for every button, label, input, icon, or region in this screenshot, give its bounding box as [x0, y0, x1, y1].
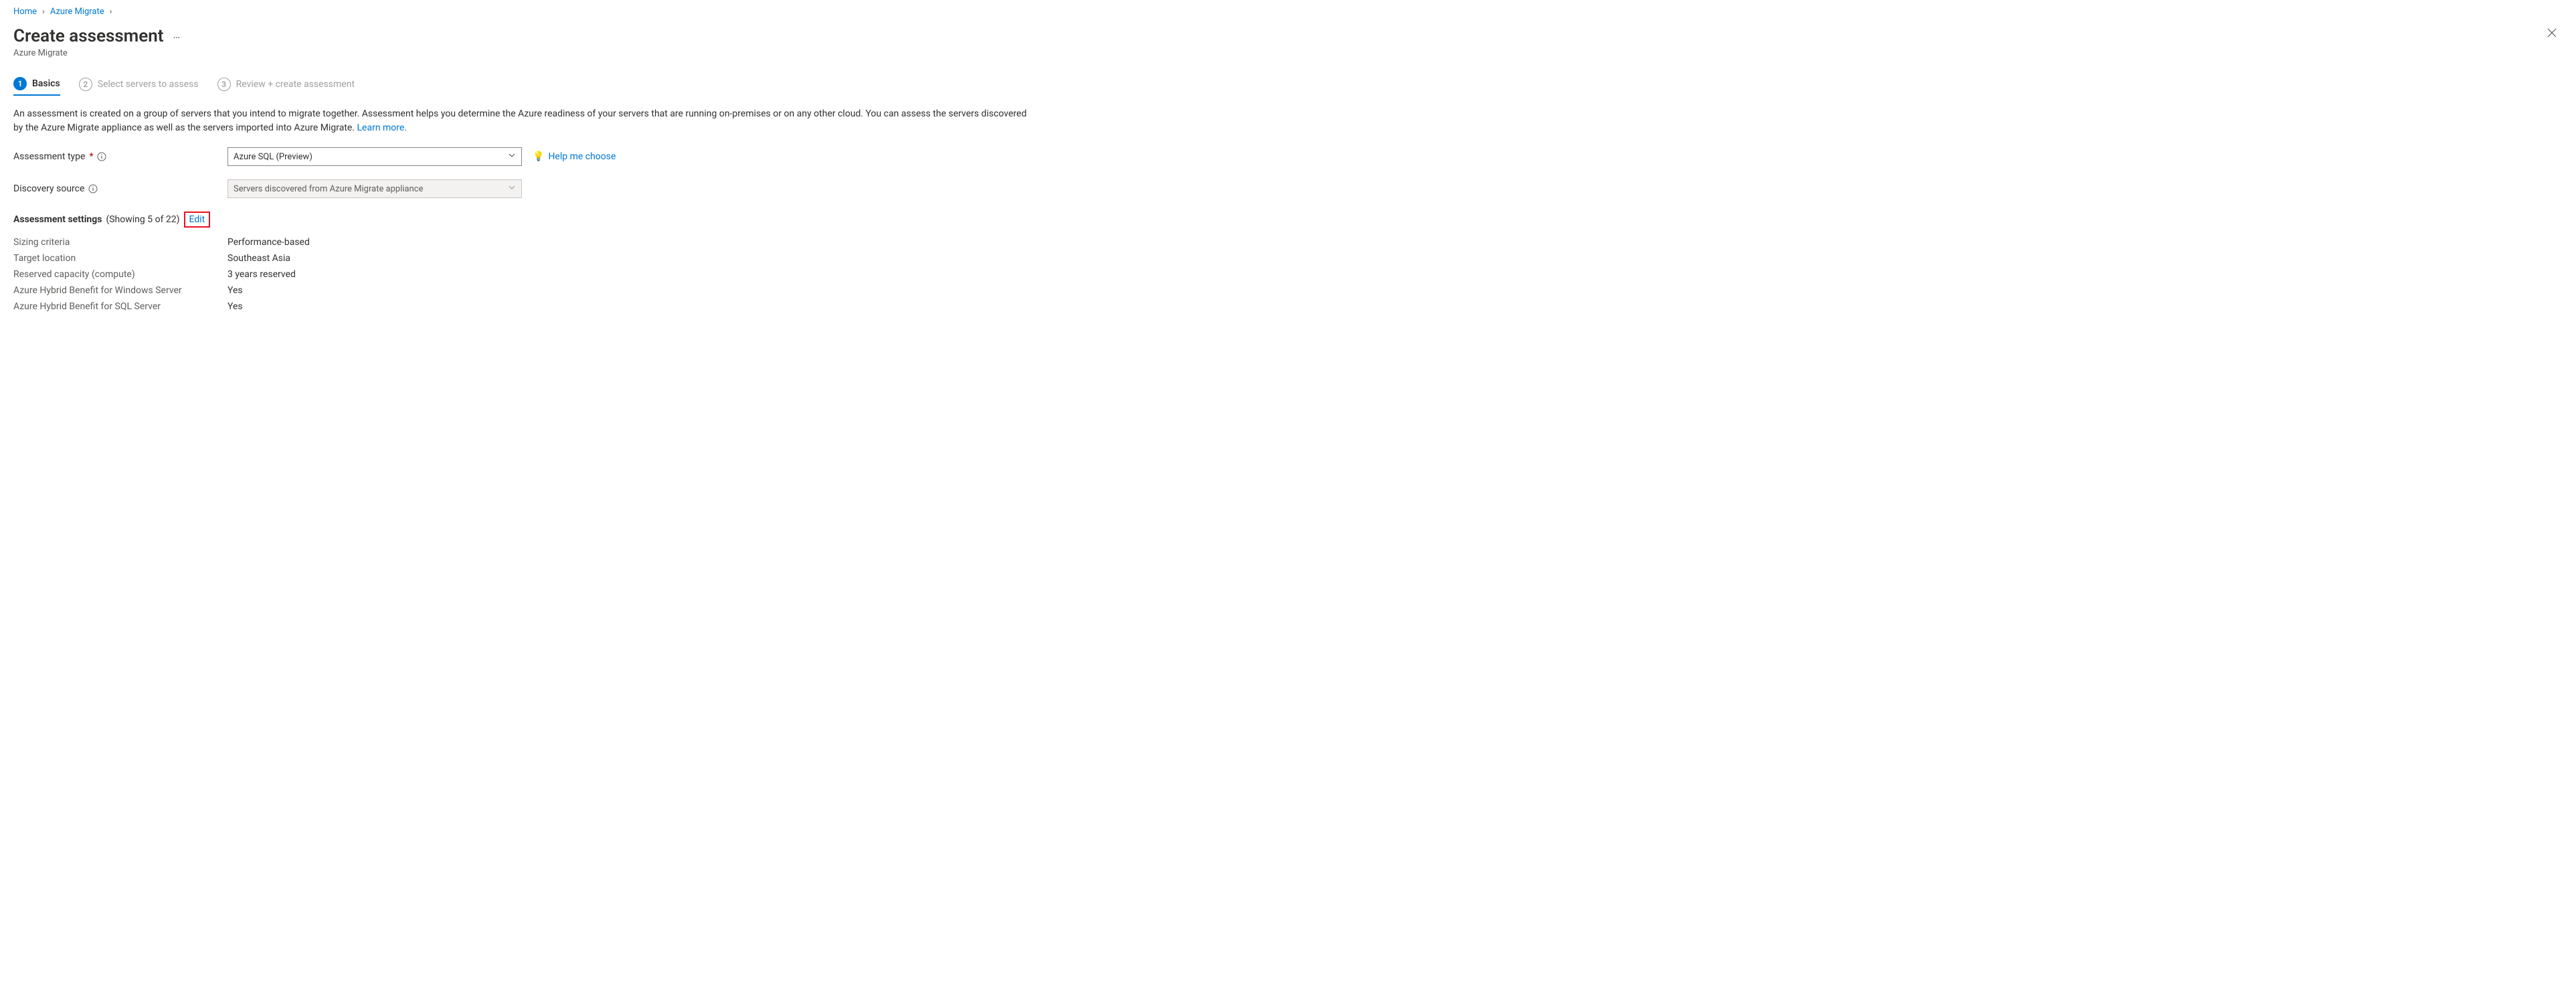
- discovery-source-label: Discovery source: [13, 183, 84, 194]
- learn-more-link[interactable]: Learn more.: [357, 122, 407, 133]
- page-title: Create assessment: [13, 26, 164, 46]
- tab-basics[interactable]: 1 Basics: [13, 77, 60, 96]
- settings-item: Reserved capacity (compute)3 years reser…: [13, 269, 2563, 280]
- settings-item-key: Azure Hybrid Benefit for SQL Server: [13, 301, 227, 312]
- settings-item: Sizing criteriaPerformance-based: [13, 237, 2563, 248]
- chevron-down-icon: [508, 151, 516, 162]
- required-icon: *: [89, 151, 93, 162]
- settings-item-value: Yes: [227, 301, 243, 312]
- settings-item-key: Sizing criteria: [13, 237, 227, 248]
- chevron-right-icon: ›: [42, 7, 45, 17]
- settings-item-key: Azure Hybrid Benefit for Windows Server: [13, 285, 227, 296]
- tab-review-create[interactable]: 3 Review + create assessment: [217, 77, 355, 96]
- page-subtitle: Azure Migrate: [13, 48, 2563, 58]
- discovery-source-select: Servers discovered from Azure Migrate ap…: [227, 179, 522, 198]
- step-number-icon: 1: [13, 77, 27, 90]
- settings-list: Sizing criteriaPerformance-basedTarget l…: [13, 237, 2563, 312]
- tab-select-servers[interactable]: 2 Select servers to assess: [79, 77, 199, 96]
- tab-label: Basics: [32, 78, 60, 89]
- step-number-icon: 2: [79, 78, 92, 91]
- settings-item-value: Southeast Asia: [227, 253, 290, 264]
- tab-label: Select servers to assess: [98, 79, 199, 90]
- select-value: Azure SQL (Preview): [234, 152, 312, 162]
- edit-highlight-box: Edit: [184, 212, 211, 228]
- discovery-source-row: Discovery source Servers discovered from…: [13, 179, 2563, 198]
- close-icon[interactable]: [2541, 22, 2563, 47]
- lightbulb-icon: 💡: [533, 151, 544, 162]
- assessment-type-label: Assessment type: [13, 151, 85, 162]
- assessment-type-select[interactable]: Azure SQL (Preview): [227, 147, 522, 166]
- intro-text: An assessment is created on a group of s…: [13, 108, 1026, 133]
- more-actions-button[interactable]: …: [173, 29, 182, 40]
- settings-item: Azure Hybrid Benefit for SQL ServerYes: [13, 301, 2563, 312]
- settings-item-key: Reserved capacity (compute): [13, 269, 227, 280]
- settings-count: (Showing 5 of 22): [106, 214, 179, 225]
- assessment-settings-heading: Assessment settings (Showing 5 of 22) Ed…: [13, 212, 2563, 228]
- edit-settings-link[interactable]: Edit: [189, 214, 205, 225]
- breadcrumb: Home › Azure Migrate ›: [13, 7, 2563, 17]
- wizard-tabs: 1 Basics 2 Select servers to assess 3 Re…: [13, 77, 2563, 96]
- info-icon[interactable]: [88, 184, 98, 193]
- tab-label: Review + create assessment: [236, 79, 355, 90]
- breadcrumb-home[interactable]: Home: [13, 7, 37, 17]
- settings-title: Assessment settings: [13, 214, 102, 225]
- settings-item-key: Target location: [13, 253, 227, 264]
- chevron-down-icon: [508, 183, 516, 194]
- settings-item-value: 3 years reserved: [227, 269, 296, 280]
- settings-item-value: Yes: [227, 285, 243, 296]
- select-value: Servers discovered from Azure Migrate ap…: [234, 184, 424, 194]
- breadcrumb-azure-migrate[interactable]: Azure Migrate: [50, 7, 104, 17]
- help-me-choose-link[interactable]: Help me choose: [548, 151, 616, 162]
- chevron-right-icon: ›: [110, 7, 112, 17]
- settings-item: Target locationSoutheast Asia: [13, 253, 2563, 264]
- settings-item-value: Performance-based: [227, 237, 310, 248]
- step-number-icon: 3: [217, 78, 231, 91]
- assessment-type-row: Assessment type * Azure SQL (Preview) 💡 …: [13, 147, 2563, 166]
- settings-item: Azure Hybrid Benefit for Windows ServerY…: [13, 285, 2563, 296]
- info-icon[interactable]: [97, 152, 106, 161]
- intro-paragraph: An assessment is created on a group of s…: [13, 107, 1030, 135]
